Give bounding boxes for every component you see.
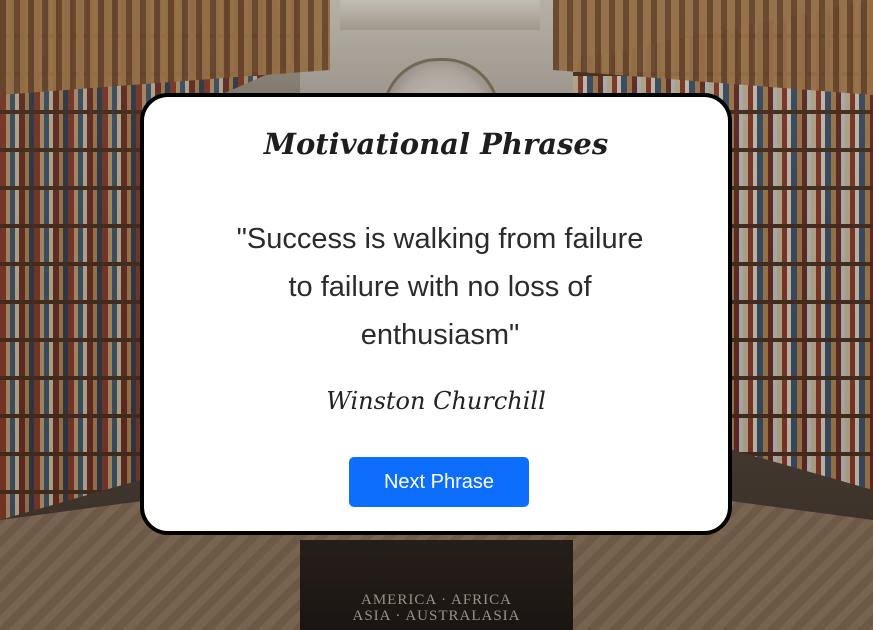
quote-card: Motivational Phrases "Success is walking… [140,93,732,535]
next-phrase-button[interactable]: Next Phrase [349,457,529,507]
quote-author: Winston Churchill [326,387,546,415]
quote-text: "Success is walking from failure to fail… [236,223,644,351]
page-title: Motivational Phrases [263,127,609,161]
